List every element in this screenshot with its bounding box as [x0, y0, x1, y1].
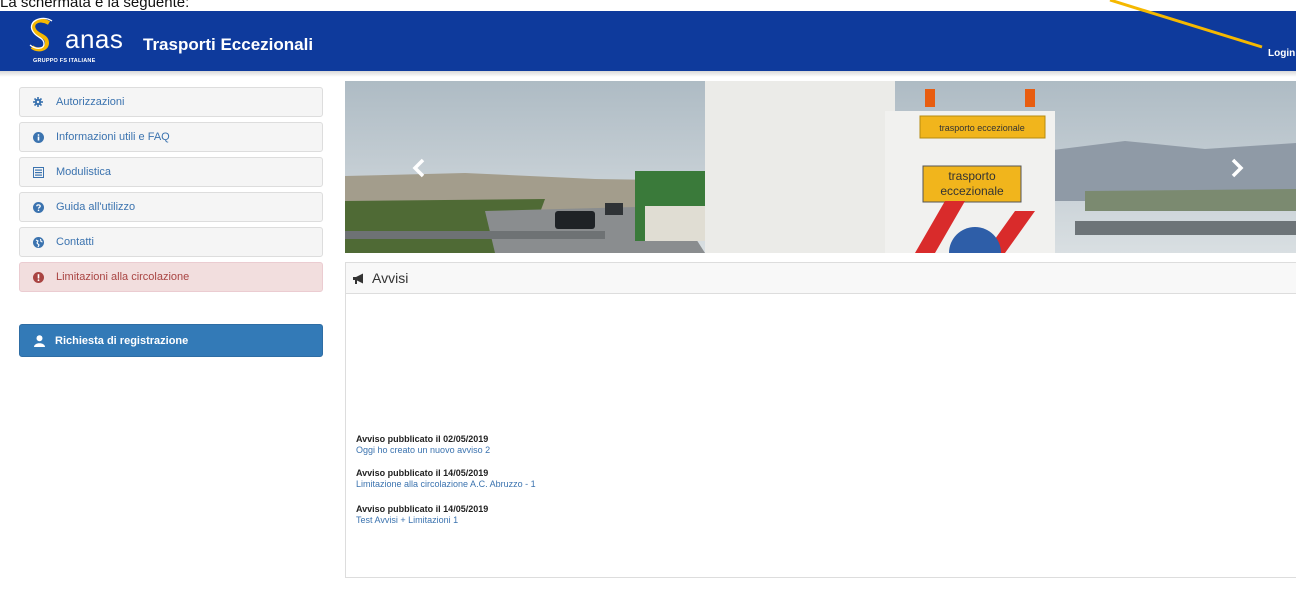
sign-main-line1: trasporto — [948, 169, 996, 183]
sidebar-item-label: Guida all'utilizzo — [56, 201, 136, 213]
gear-icon — [32, 96, 44, 108]
sidebar-item-label: Modulistica — [56, 166, 112, 178]
sidebar-item-modulistica[interactable]: Modulistica — [19, 157, 323, 187]
notice-item: Avviso pubblicato il 14/05/2019 Test Avv… — [356, 504, 488, 525]
chevron-left-icon — [412, 158, 425, 178]
sidebar-item-contatti[interactable]: Contatti — [19, 227, 323, 257]
sign-top-text: trasporto eccezionale — [939, 123, 1025, 133]
chevron-right-icon — [1231, 158, 1244, 178]
notice-item: Avviso pubblicato il 02/05/2019 Oggi ho … — [356, 434, 490, 455]
login-link[interactable]: Login — [1268, 48, 1295, 59]
logo-text: anas — [65, 24, 124, 54]
registration-request-label: Richiesta di registrazione — [55, 334, 189, 347]
avvisi-panel: Avvisi Avviso pubblicato il 02/05/2019 O… — [345, 262, 1296, 578]
sidebar-item-faq[interactable]: Informazioni utili e FAQ — [19, 122, 323, 152]
image-carousel: trasporto eccezionale trasporto eccezion… — [345, 81, 1296, 253]
navbar-shadow — [0, 71, 1296, 77]
top-navbar: anas GRUPPO FS ITALIANE Trasporti Eccezi… — [0, 11, 1296, 71]
app-title: Trasporti Eccezionali — [143, 35, 314, 54]
exclamation-circle-icon — [32, 271, 44, 283]
avvisi-title: Avvisi — [372, 270, 409, 286]
sidebar-item-limitazioni[interactable]: Limitazioni alla circolazione — [19, 262, 323, 292]
user-icon — [34, 334, 45, 347]
carousel-photo: trasporto eccezionale trasporto eccezion… — [345, 81, 1296, 253]
page-caption: La schermata è la seguente: — [0, 0, 190, 11]
info-circle-icon — [32, 131, 44, 143]
anas-s-logo-icon — [29, 17, 53, 52]
notice-link[interactable]: Limitazione alla circolazione A.C. Abruz… — [356, 479, 536, 489]
sidebar-item-label: Limitazioni alla circolazione — [56, 271, 190, 283]
notice-date: Avviso pubblicato il 02/05/2019 — [356, 434, 489, 444]
notice-date: Avviso pubblicato il 14/05/2019 — [356, 504, 489, 514]
sidebar-menu: Autorizzazioni Informazioni utili e FAQ … — [19, 87, 323, 297]
logo-subtitle: GRUPPO FS ITALIANE — [33, 58, 96, 64]
sidebar-item-label: Contatti — [56, 236, 94, 248]
sidebar-item-label: Autorizzazioni — [56, 96, 125, 108]
carousel-prev-button[interactable] — [407, 153, 431, 183]
question-circle-icon — [32, 201, 44, 213]
notice-item: Avviso pubblicato il 14/05/2019 Limitazi… — [356, 468, 536, 489]
globe-icon — [32, 236, 44, 248]
bullhorn-icon — [352, 273, 366, 284]
sidebar-item-label: Informazioni utili e FAQ — [56, 131, 170, 143]
notice-link[interactable]: Oggi ho creato un nuovo avviso 2 — [356, 445, 490, 455]
sidebar-item-autorizzazioni[interactable]: Autorizzazioni — [19, 87, 323, 117]
anas-logo[interactable]: anas GRUPPO FS ITALIANE — [25, 15, 125, 67]
sign-main-line2: eccezionale — [940, 184, 1004, 198]
avvisi-panel-header: Avvisi — [346, 263, 1296, 294]
notice-link[interactable]: Test Avvisi + Limitazioni 1 — [356, 515, 488, 525]
notice-date: Avviso pubblicato il 14/05/2019 — [356, 468, 489, 478]
list-icon — [32, 166, 44, 178]
sidebar-item-guida[interactable]: Guida all'utilizzo — [19, 192, 323, 222]
carousel-next-button[interactable] — [1225, 153, 1249, 183]
registration-request-button[interactable]: Richiesta di registrazione — [19, 324, 323, 357]
